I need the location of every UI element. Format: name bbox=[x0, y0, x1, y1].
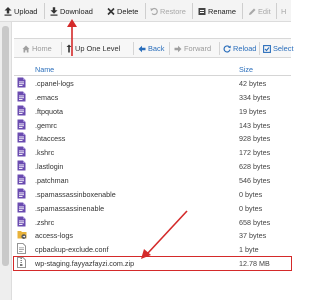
document-icon bbox=[17, 188, 26, 199]
file-size: 143 bytes bbox=[239, 120, 271, 130]
file-size: 12.78 MB bbox=[239, 259, 270, 269]
close-icon bbox=[107, 7, 115, 16]
file-size: 928 bytes bbox=[239, 134, 271, 144]
nav-divider bbox=[61, 42, 62, 55]
document-icon bbox=[17, 146, 26, 157]
document-icon bbox=[17, 174, 26, 185]
more-button[interactable]: H bbox=[281, 5, 286, 17]
download-button[interactable]: Download bbox=[50, 5, 93, 17]
home-button[interactable]: Home bbox=[22, 39, 52, 58]
document-icon bbox=[17, 202, 26, 213]
file-name[interactable]: .ftpquota bbox=[35, 107, 63, 116]
size-column-header[interactable]: Size bbox=[239, 65, 253, 74]
table-row[interactable]: .kshrc 172 bytes bbox=[14, 146, 291, 159]
name-column-header[interactable]: Name bbox=[35, 65, 54, 74]
table-row[interactable]: .gemrc 143 bytes bbox=[14, 119, 291, 132]
nav-divider bbox=[259, 42, 260, 55]
forward-button[interactable]: Forward bbox=[174, 39, 211, 58]
document-icon bbox=[17, 132, 26, 143]
scrollbar-thumb[interactable] bbox=[2, 26, 9, 266]
file-size: 658 bytes bbox=[239, 217, 271, 227]
file-size: 546 bytes bbox=[239, 175, 271, 185]
zip-file-icon bbox=[17, 257, 26, 268]
file-size: 0 bytes bbox=[239, 203, 263, 213]
document-icon bbox=[17, 216, 26, 227]
level-up-icon bbox=[65, 44, 73, 53]
file-manager-toolbar: Upload Download Delete Restore Rename Ed… bbox=[0, 0, 291, 22]
document-icon bbox=[17, 77, 26, 88]
table-row[interactable]: .lastlogin 628 bytes bbox=[14, 160, 291, 173]
select-all-button[interactable]: Select bbox=[263, 39, 294, 58]
up-one-level-button[interactable]: Up One Level bbox=[65, 39, 120, 58]
table-row-selected-zip[interactable]: wp-staging.fayyazfayzi.com.zip 12.78 MB bbox=[13, 256, 292, 272]
toolbar-divider bbox=[44, 3, 45, 19]
reload-button[interactable]: Reload bbox=[223, 39, 256, 58]
toolbar-divider bbox=[276, 3, 277, 19]
table-row[interactable]: .spamassassinboxenable 0 bytes bbox=[14, 188, 291, 201]
file-name[interactable]: cpbackup-exclude.conf bbox=[35, 245, 109, 254]
file-name[interactable]: .zshrc bbox=[35, 218, 54, 227]
file-name[interactable]: access-logs bbox=[35, 231, 73, 240]
file-size: 0 bytes bbox=[239, 189, 263, 199]
table-row[interactable]: access-logs 37 bytes bbox=[14, 229, 291, 242]
file-name[interactable]: .lastlogin bbox=[35, 162, 63, 171]
arrow-left-icon bbox=[138, 44, 146, 53]
toolbar-divider bbox=[145, 3, 146, 19]
upload-icon bbox=[4, 6, 12, 16]
document-icon bbox=[17, 105, 26, 116]
arrow-right-icon bbox=[174, 44, 182, 53]
table-row[interactable]: .ftpquota 19 bytes bbox=[14, 105, 291, 118]
table-row[interactable]: .zshrc 658 bytes bbox=[14, 216, 291, 229]
nav-divider bbox=[133, 42, 134, 55]
file-name[interactable]: .patchman bbox=[35, 176, 69, 185]
file-name[interactable]: .spamassassinboxenable bbox=[35, 190, 116, 199]
undo-icon bbox=[150, 7, 158, 16]
delete-button[interactable]: Delete bbox=[107, 5, 138, 17]
document-icon bbox=[17, 91, 26, 102]
table-header: Name Size bbox=[14, 62, 291, 76]
back-button[interactable]: Back bbox=[138, 39, 164, 58]
document-icon bbox=[17, 160, 26, 171]
file-name[interactable]: .spamassassinenable bbox=[35, 204, 104, 213]
toolbar-divider bbox=[242, 3, 243, 19]
download-icon bbox=[50, 6, 58, 16]
table-row[interactable]: .emacs 334 bytes bbox=[14, 91, 291, 104]
document-icon bbox=[17, 119, 26, 130]
navigation-bar: Home Up One Level Back Forward Reload Se… bbox=[14, 38, 294, 58]
file-size: 19 bytes bbox=[239, 106, 267, 116]
restore-button[interactable]: Restore bbox=[150, 5, 186, 17]
toolbar-divider bbox=[192, 3, 193, 19]
file-size: 37 bytes bbox=[239, 231, 267, 241]
table-row[interactable]: .spamassassinenable 0 bytes bbox=[14, 202, 291, 215]
edit-button[interactable]: Edit bbox=[248, 5, 271, 17]
file-name[interactable]: .gemrc bbox=[35, 121, 57, 130]
file-name[interactable]: .kshrc bbox=[35, 148, 54, 157]
table-row[interactable]: .patchman 546 bytes bbox=[14, 174, 291, 187]
text-file-icon bbox=[17, 243, 26, 255]
pencil-icon bbox=[248, 7, 256, 16]
file-size: 172 bytes bbox=[239, 148, 271, 158]
rename-icon bbox=[198, 7, 206, 16]
file-name[interactable]: .htaccess bbox=[35, 134, 65, 143]
sidebar-scrollbar[interactable] bbox=[0, 22, 12, 300]
file-name[interactable]: .emacs bbox=[35, 93, 58, 102]
file-size: 1 byte bbox=[239, 245, 259, 255]
file-size: 42 bytes bbox=[239, 79, 267, 88]
folder-link-icon bbox=[17, 229, 27, 240]
table-row[interactable]: .cpanel-logs 42 bytes bbox=[14, 77, 291, 90]
file-size: 334 bytes bbox=[239, 92, 271, 102]
upload-button[interactable]: Upload bbox=[4, 5, 37, 17]
checkbox-icon bbox=[263, 44, 271, 53]
file-name[interactable]: .cpanel-logs bbox=[35, 79, 74, 88]
file-size: 628 bytes bbox=[239, 162, 271, 172]
table-row[interactable]: cpbackup-exclude.conf 1 byte bbox=[14, 243, 291, 256]
nav-divider bbox=[169, 42, 170, 55]
file-name[interactable]: wp-staging.fayyazfayzi.com.zip bbox=[35, 259, 134, 268]
table-row[interactable]: .htaccess 928 bytes bbox=[14, 132, 291, 145]
home-icon bbox=[22, 44, 30, 53]
rename-button[interactable]: Rename bbox=[198, 5, 236, 17]
reload-icon bbox=[223, 44, 231, 53]
nav-divider bbox=[219, 42, 220, 55]
